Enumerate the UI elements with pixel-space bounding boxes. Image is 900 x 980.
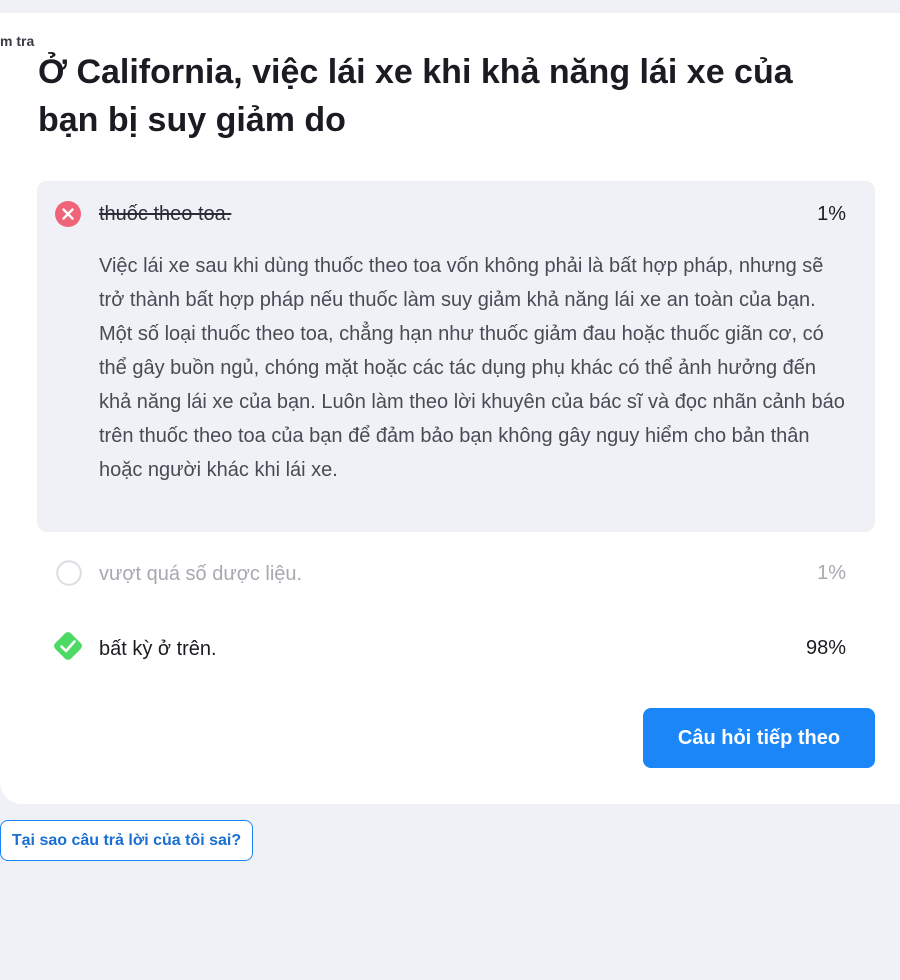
check-diamond-icon [50,628,86,664]
question-title: Ở California, việc lái xe khi khả năng l… [38,53,793,139]
answer-option-2[interactable]: vượt quá số dược liệu. 1% [37,553,875,593]
x-circle-icon [55,201,81,227]
answer-percent: 1% [817,562,846,584]
answer-label: vượt quá số dược liệu. [99,563,303,585]
answer-percent: 1% [817,203,846,225]
answer-percent: 98% [805,637,846,659]
empty-circle-icon [56,560,82,586]
why-wrong-button[interactable]: Tại sao câu trả lời của tôi sai? [0,820,253,861]
next-question-button[interactable]: Câu hỏi tiếp theo [643,708,875,768]
answer-explanation: Việc lái xe sau khi dùng thuốc theo toa … [99,255,845,481]
answer-label: bất kỳ ở trên. [99,638,217,660]
answer-label: thuốc theo toa. [99,203,232,225]
answer-option-3[interactable]: bất kỳ ở trên. 98% [37,628,875,668]
answer-option-1[interactable]: thuốc theo toa. 1% Việc lái xe sau khi d… [37,181,875,532]
breadcrumb: m tra [0,33,35,49]
